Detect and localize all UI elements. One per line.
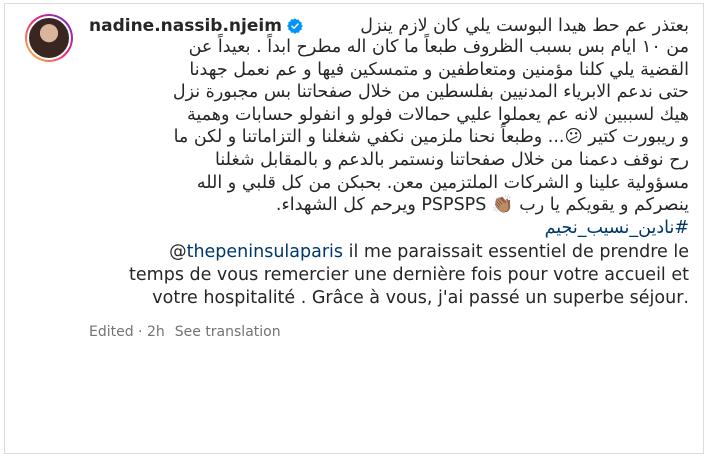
caption-line-2: من ١٠ ايام بس بسبب الظروف طبعاً ما كان ا… (188, 37, 689, 57)
hashtag-link[interactable]: #نادين_نسيب_نجيم (545, 218, 689, 238)
french-line-3: .votre hospitalité . Grâce à vous, j'ai … (152, 288, 689, 309)
caption-line-4: حتى ندعم الابرياء المدنيين بفلسطين من خل… (172, 82, 689, 103)
caption-line-6: و ريبورت كتير 😕... وطبعاً نحنا ملزمين نك… (173, 127, 689, 148)
caption-line-8: مسؤولية علينا و الشركات الملتزمين معن. ب… (196, 172, 689, 193)
caption-line-3: القضية يلي كلنا مؤمنين ومتعاطفين و متمسك… (189, 59, 689, 80)
caption-arabic-text: من ١٠ ايام بس بسبب الظروف طبعاً ما كان ا… (89, 36, 689, 239)
see-translation-button[interactable]: See translation (175, 324, 281, 340)
edited-timestamp: Edited · 2h (89, 324, 165, 341)
caption-line-7: رح نوقف دعمنا من خلال صفحاتنا ونستمر بال… (215, 149, 689, 170)
post-caption-card: nadine.nassib.njeim بعتذر عم حط هيدا الب… (4, 3, 704, 454)
caption-french-text: thepeninsulaparis il me paraissait essen… (89, 241, 689, 310)
username-link[interactable]: nadine.nassib.njeim (89, 16, 303, 36)
mention-link[interactable]: thepeninsulaparis (187, 242, 343, 262)
caption-content: nadine.nassib.njeim بعتذر عم حط هيدا الب… (89, 16, 689, 340)
caption-line-5: هيك لسببين لانه عم يعملوا عليي حمالات فو… (187, 104, 689, 125)
username-text: nadine.nassib.njeim (89, 16, 282, 36)
caption-meta: Edited · 2h See translation (89, 324, 689, 340)
avatar-image (27, 16, 71, 60)
avatar[interactable] (25, 14, 73, 62)
french-line-2: temps de vous remercier une dernière foi… (129, 265, 689, 286)
french-line-1: thepeninsulaparis il me paraissait essen… (89, 241, 689, 264)
caption-line-1: بعتذر عم حط هيدا البوست يلي كان لازم ينز… (360, 16, 689, 36)
verified-badge-icon (287, 18, 303, 34)
caption-line-9: ينصركم و يقويكم يا رب 👏🏽 PSPSPS ويرحم كل… (275, 195, 689, 216)
caption-header-row: nadine.nassib.njeim بعتذر عم حط هيدا الب… (89, 16, 689, 36)
